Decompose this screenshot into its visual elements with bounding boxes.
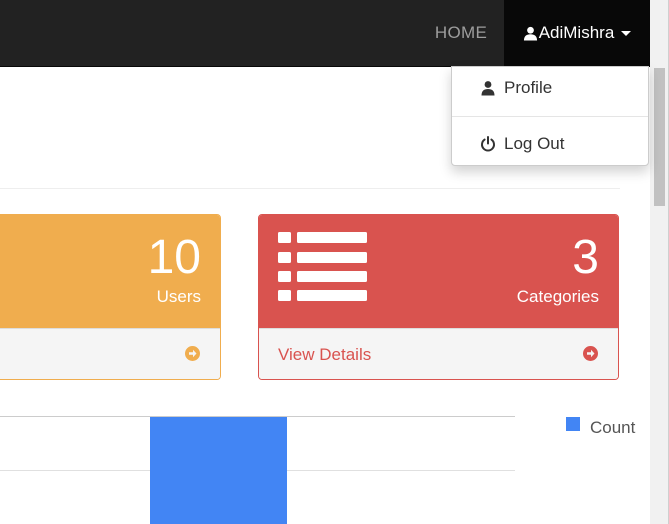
categories-label: Categories [516,287,599,306]
categories-panel-footer[interactable]: View Details [259,328,618,379]
user-name: AdiMishra [538,23,615,42]
user-menu-toggle[interactable]: AdiMishra [504,0,650,66]
top-navbar: HOME AdiMishra [0,0,650,67]
nav-home-link[interactable]: HOME [418,0,504,66]
arrow-circle-right-icon [185,346,200,361]
power-icon [481,136,495,152]
users-count: 10 [147,231,201,284]
legend-label-count: Count [590,418,636,437]
dropdown-item-label: Log Out [504,134,565,153]
page-header-divider [0,188,620,189]
legend-swatch-count [566,417,580,431]
users-panel-footer[interactable] [0,328,220,379]
caret-down-icon [621,30,632,36]
list-icon [278,232,367,301]
arrow-circle-right-icon [583,346,598,361]
user-dropdown-menu: Profile Log Out [451,66,649,166]
users-panel-heading: 10 Users [0,215,220,328]
vertical-scrollbar-thumb[interactable] [654,68,665,206]
dropdown-item-label: Profile [504,78,553,97]
user-icon [523,26,537,41]
dropdown-item-profile[interactable]: Profile [452,72,648,104]
categories-count: 3 [572,231,599,284]
chart-bar [150,417,287,524]
dropdown-divider [452,116,648,117]
users-label: Users [156,287,201,306]
categories-panel: 3 Categories View Details [258,214,619,380]
user-icon [481,81,495,96]
view-details-link[interactable]: View Details [278,345,371,365]
categories-panel-heading: 3 Categories [259,215,618,328]
dropdown-item-logout[interactable]: Log Out [452,128,648,160]
users-panel: 10 Users [0,214,221,380]
